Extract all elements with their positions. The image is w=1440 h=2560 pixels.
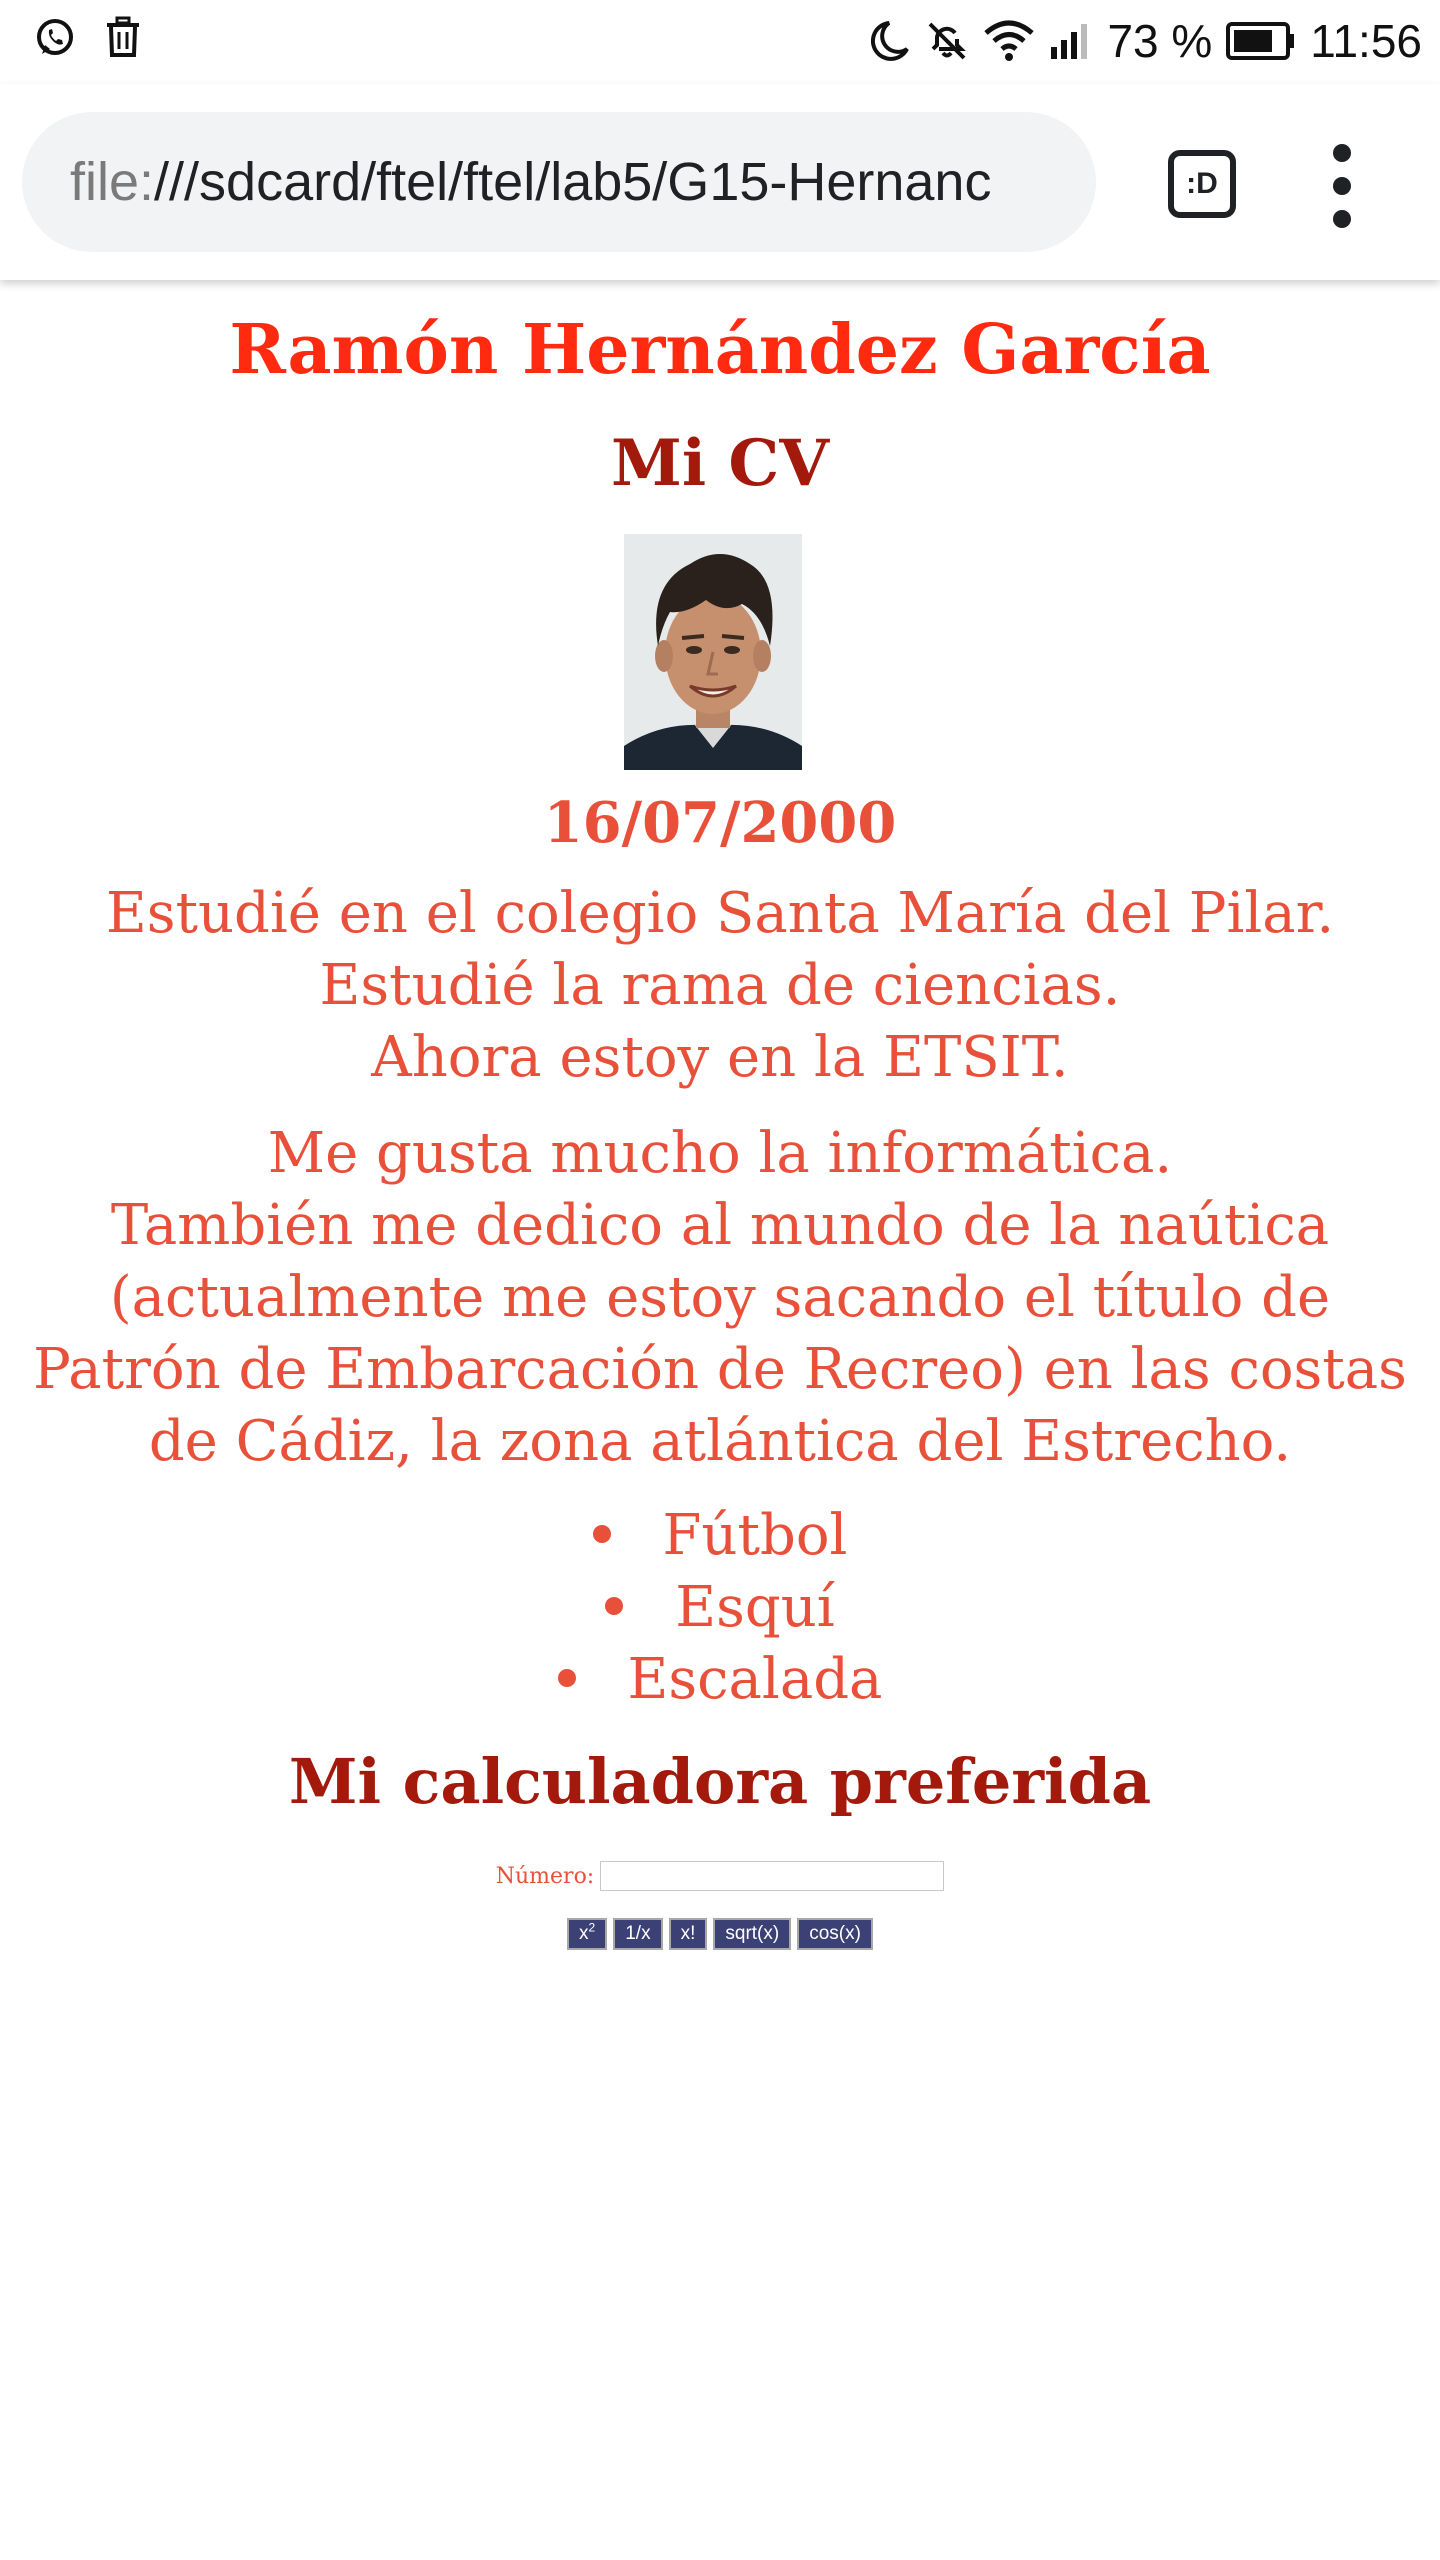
signal-icon xyxy=(1049,21,1093,61)
url-path: ///sdcard/ftel/ftel/lab5/G15-Hernanc xyxy=(154,152,992,212)
cos-button[interactable]: cos(x) xyxy=(797,1918,873,1950)
number-input[interactable] xyxy=(600,1861,945,1891)
sqrt-button[interactable]: sqrt(x) xyxy=(713,1918,792,1950)
list-item: Fútbol xyxy=(0,1500,1440,1572)
bullet-icon xyxy=(557,1668,576,1687)
bullet-icon xyxy=(605,1596,624,1615)
studies-paragraph: Estudié en el colegio Santa María del Pi… xyxy=(0,878,1440,1094)
cv-heading: Mi CV xyxy=(610,426,830,501)
profile-photo xyxy=(624,534,802,770)
moon-icon xyxy=(871,19,911,63)
trash-icon xyxy=(104,16,142,58)
number-label: Número: xyxy=(495,1863,595,1889)
factorial-button[interactable]: x! xyxy=(668,1918,708,1950)
whatsapp-icon xyxy=(34,16,76,58)
square-base: x xyxy=(579,1923,589,1944)
mute-icon xyxy=(925,19,969,63)
more-vert-icon[interactable] xyxy=(1320,144,1364,228)
calculator-heading: Mi calculadora preferida xyxy=(288,1745,1152,1818)
battery-icon xyxy=(1226,21,1296,61)
hobby-label: Escalada xyxy=(627,1647,883,1712)
list-item: Esquí xyxy=(0,1572,1440,1644)
birth-date: 16/07/2000 xyxy=(543,790,897,856)
hobbies-list: Fútbol Esquí Escalada xyxy=(0,1500,1440,1716)
bullet-icon xyxy=(592,1524,611,1543)
wifi-icon xyxy=(983,19,1035,63)
tab-switcher-button[interactable]: :D xyxy=(1168,150,1236,218)
interests-paragraph: Me gusta mucho la informática. También m… xyxy=(0,1118,1440,1478)
interests-line: También me dedico al mundo de la naútica xyxy=(110,1193,1330,1258)
calculator-buttons: x2 1/x x! sqrt(x) cos(x) xyxy=(0,1918,1440,1950)
battery-percent: 73 % xyxy=(1107,15,1213,67)
hobby-label: Esquí xyxy=(675,1575,835,1640)
interests-line: de Cádiz, la zona atlántica del Estrecho… xyxy=(148,1409,1292,1474)
square-exponent: 2 xyxy=(588,1920,596,1935)
browser-toolbar: file:///sdcard/ftel/ftel/lab5/G15-Hernan… xyxy=(0,84,1440,280)
studies-line: Ahora estoy en la ETSIT. xyxy=(371,1025,1069,1090)
url-scheme: file: xyxy=(70,152,155,212)
calculator-input-row: Número: xyxy=(0,1856,1440,1896)
studies-line: Estudié la rama de ciencias. xyxy=(319,953,1121,1018)
clock: 11:56 xyxy=(1310,15,1422,67)
square-button[interactable]: x2 xyxy=(567,1918,608,1950)
address-bar[interactable]: file:///sdcard/ftel/ftel/lab5/G15-Hernan… xyxy=(22,112,1096,252)
inverse-button[interactable]: 1/x xyxy=(613,1918,663,1950)
interests-line: Me gusta mucho la informática. xyxy=(267,1121,1173,1186)
page-title: Ramón Hernández García xyxy=(229,310,1211,390)
status-bar: 73 % 11:56 xyxy=(0,0,1440,84)
list-item: Escalada xyxy=(0,1644,1440,1716)
hobby-label: Fútbol xyxy=(662,1503,848,1568)
studies-line: Estudié en el colegio Santa María del Pi… xyxy=(105,881,1335,946)
interests-line: Patrón de Embarcación de Recreo) en las … xyxy=(33,1337,1407,1402)
interests-line: (actualmente me estoy sacando el título … xyxy=(109,1265,1331,1330)
